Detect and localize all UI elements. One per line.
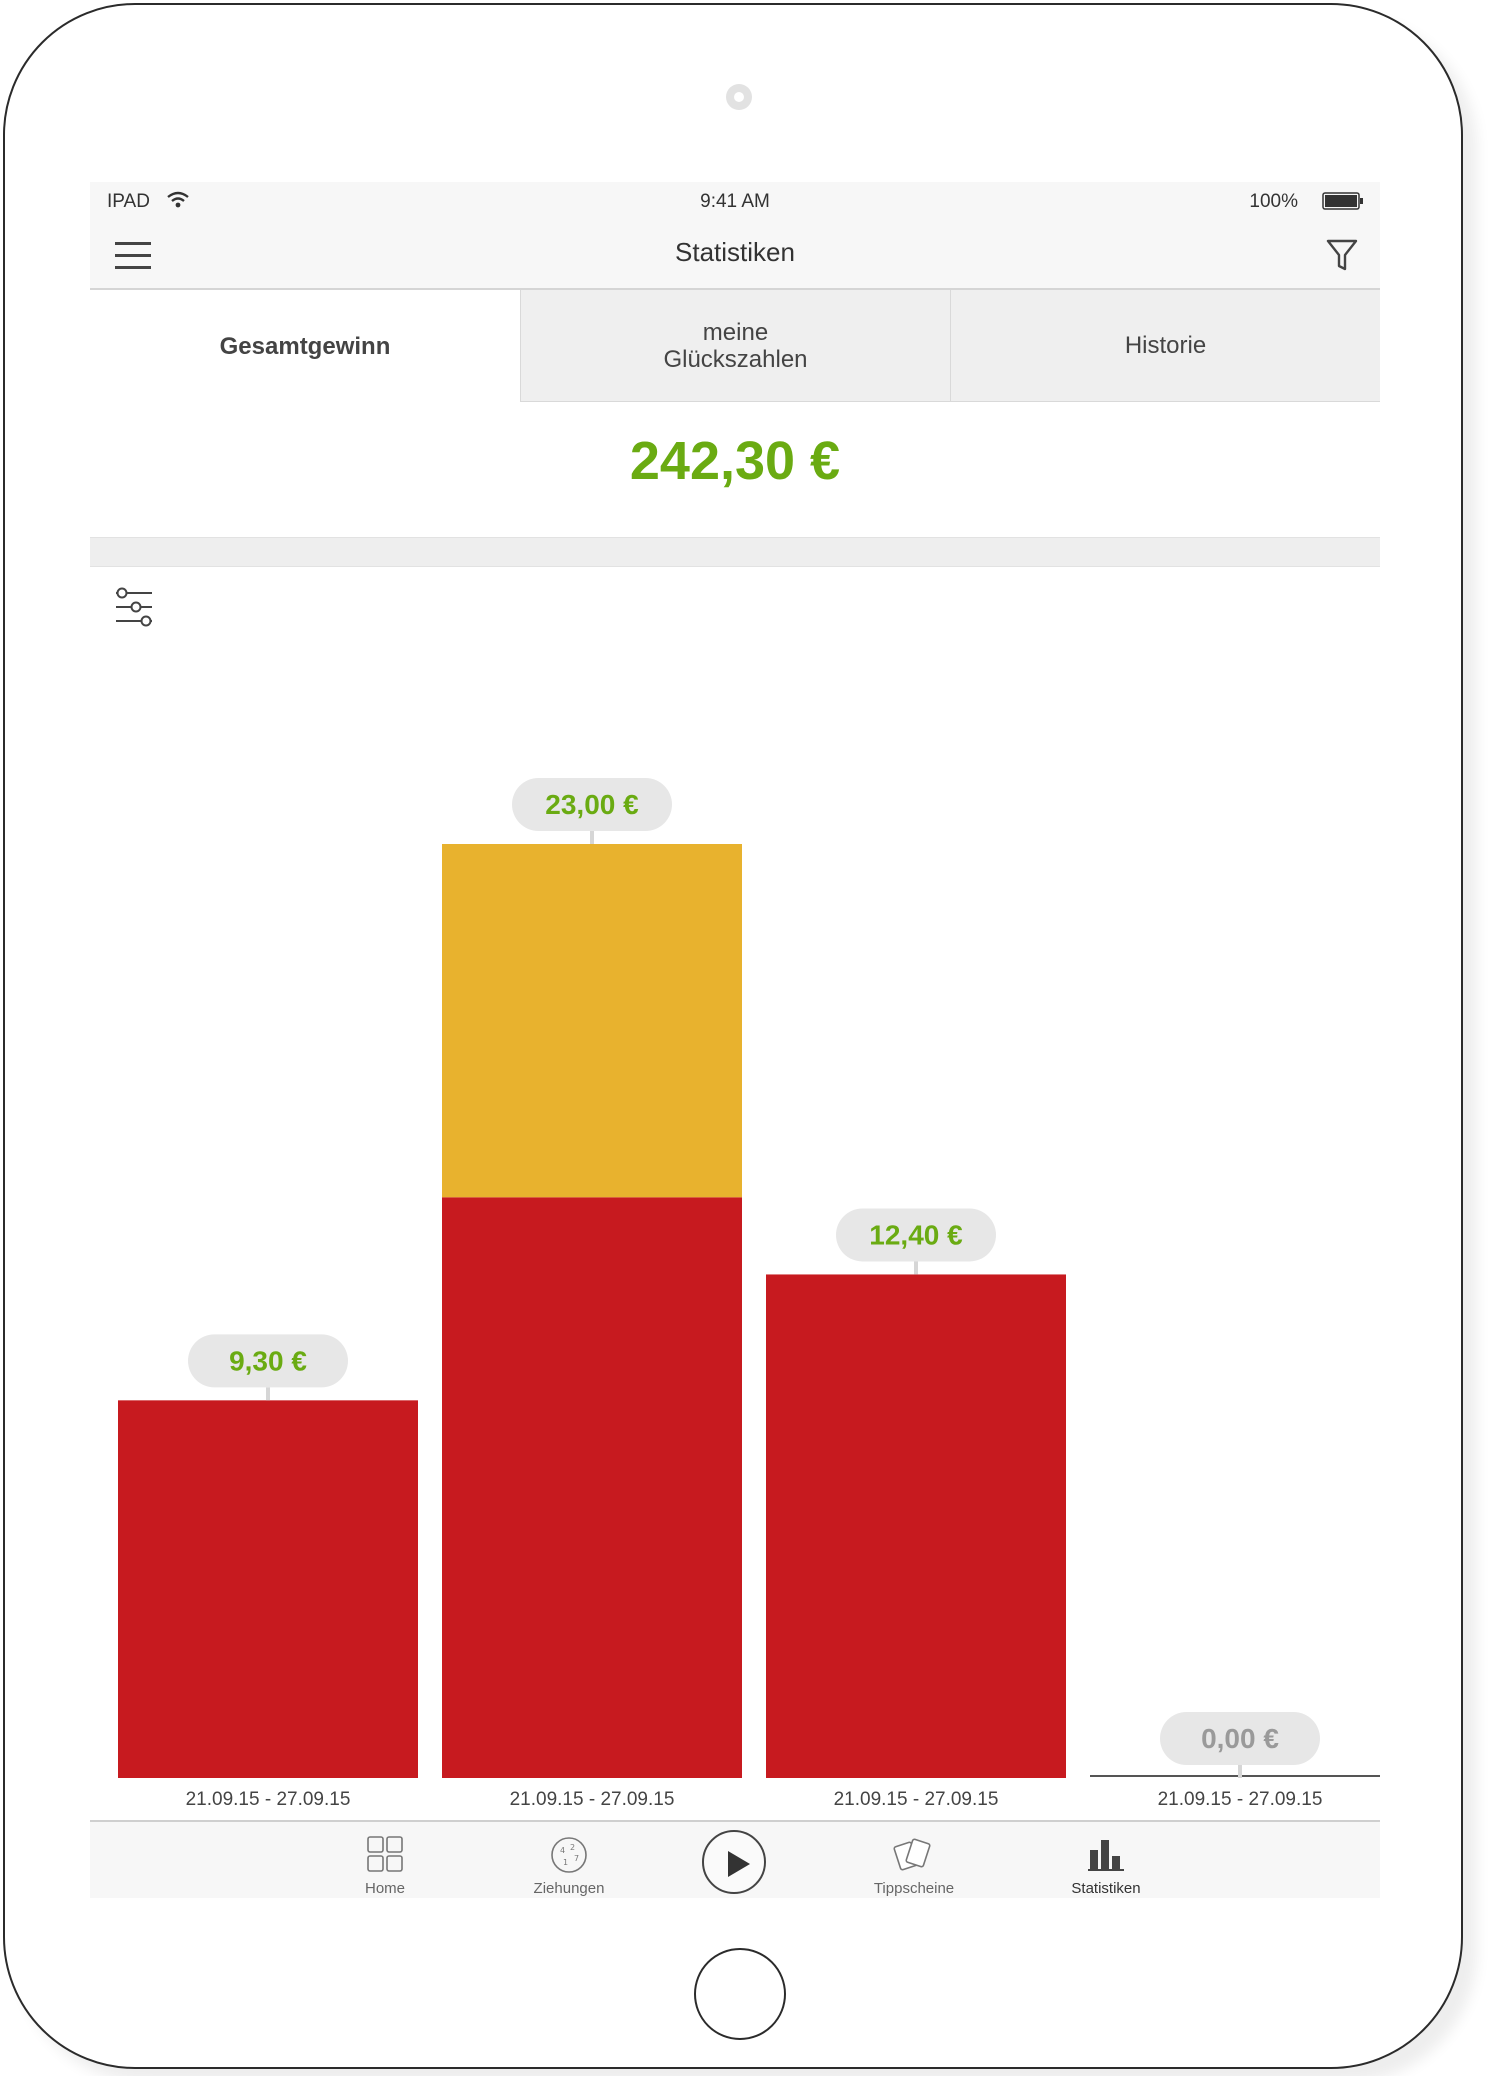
play-icon xyxy=(728,1851,750,1877)
home-button[interactable] xyxy=(694,1948,786,2040)
bottom-tab-bar: Home 4 2 7 1 Ziehungen Tippscheine Stati… xyxy=(90,1820,1380,1898)
bar-segment xyxy=(442,1197,742,1778)
app-screen: IPAD 9:41 AM 100% Statistiken Gesamtgewi… xyxy=(90,182,1380,1898)
bar-segment xyxy=(442,844,742,1198)
svg-text:1: 1 xyxy=(563,1858,568,1867)
tabbar-item-home[interactable]: Home xyxy=(315,1822,455,1898)
category-label: 21.09.15 - 27.09.15 xyxy=(1158,1789,1323,1810)
grid-icon xyxy=(367,1836,403,1877)
svg-text:2: 2 xyxy=(570,1843,575,1852)
category-label: 21.09.15 - 27.09.15 xyxy=(186,1789,351,1810)
camera xyxy=(726,84,752,110)
tickets-icon xyxy=(893,1836,935,1877)
tabbar-item-ziehungen[interactable]: 4 2 7 1 Ziehungen xyxy=(499,1822,639,1898)
play-button[interactable] xyxy=(702,1830,766,1894)
value-label: 23,00 € xyxy=(545,789,639,820)
tabbar-item-statistiken[interactable]: Statistiken xyxy=(1036,1822,1176,1898)
tabbar-item-tippscheine[interactable]: Tippscheine xyxy=(844,1822,984,1898)
value-label: 12,40 € xyxy=(869,1219,963,1250)
bar-chart-icon xyxy=(1088,1836,1124,1877)
svg-text:7: 7 xyxy=(574,1854,579,1863)
bar-segment xyxy=(766,1274,1066,1778)
value-label: 0,00 € xyxy=(1201,1723,1279,1754)
lottery-ball-icon: 4 2 7 1 xyxy=(550,1836,588,1879)
winnings-bar-chart: 9,30 € 21.09.15 - 27.09.15 23,00 € 21.09.15… xyxy=(118,778,1380,1810)
svg-text:4: 4 xyxy=(560,1846,565,1855)
bar-segment xyxy=(118,1400,418,1778)
category-label: 21.09.15 - 27.09.15 xyxy=(510,1789,675,1810)
value-label: 9,30 € xyxy=(229,1345,307,1376)
category-label: 21.09.15 - 27.09.15 xyxy=(834,1789,999,1810)
